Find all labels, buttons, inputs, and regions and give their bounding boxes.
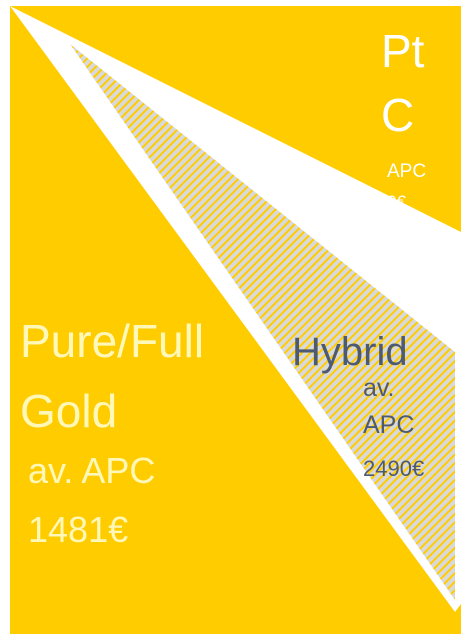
gold-title-line2: Gold [20,385,118,437]
platinum-apc-value: 0€ [387,192,406,211]
platinum-title-line1: Pt [381,25,425,77]
hybrid-apc-label-line2: APC [363,411,415,439]
hybrid-title: Hybrid [292,330,408,374]
hybrid-apc-value: 2490€ [363,456,425,481]
gold-title-line1: Pure/Full [20,315,205,367]
hybrid-apc-label-line1: av. [363,374,395,402]
platinum-title-line2: C [381,89,415,141]
platinum-apc-label: APC [387,161,427,182]
gold-apc-label: av. APC [28,450,156,491]
gold-apc-value: 1481€ [28,509,129,550]
